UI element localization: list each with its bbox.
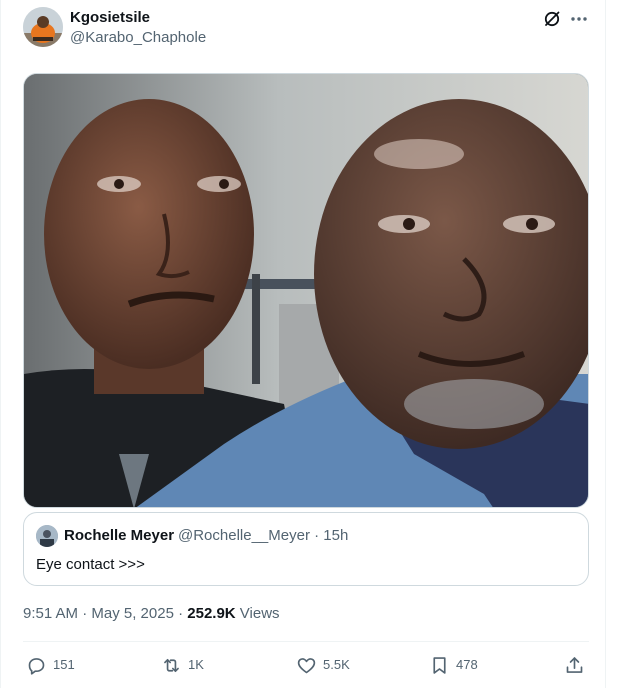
photo-image	[24, 74, 588, 507]
reply-icon	[28, 657, 45, 675]
like-button[interactable]: 5.5K	[296, 654, 350, 676]
author-name[interactable]: Kgosietsile	[70, 9, 150, 27]
heart-icon	[297, 657, 316, 673]
like-count: 5.5K	[323, 657, 350, 672]
reply-button[interactable]: 151	[26, 654, 75, 676]
share-button[interactable]	[564, 654, 585, 676]
views-count: 252.9K	[187, 605, 236, 622]
quote-author-name: Rochelle Meyer	[64, 527, 175, 544]
post-container: Kgosietsile @Karabo_Chaphole Rochelle Me…	[0, 0, 617, 688]
post-timestamp-row: 9:51 AM · May 5, 2025 · 252.9K Views	[23, 604, 280, 624]
bookmark-count: 478	[456, 657, 478, 672]
separator: ·	[173, 605, 188, 622]
bookmark-button[interactable]: 478	[429, 654, 478, 676]
quote-author-avatar	[36, 525, 58, 547]
post-time-link[interactable]: 9:51 AM · May 5, 2025	[23, 605, 174, 622]
quote-author-meta: @Rochelle__Meyer · 15h	[178, 527, 349, 544]
author-handle[interactable]: @Karabo_Chaphole	[70, 29, 206, 47]
timeline-border-right	[605, 0, 606, 688]
share-icon	[566, 656, 583, 673]
actions-divider	[23, 641, 589, 642]
repost-count: 1K	[188, 657, 204, 672]
timeline-border-left	[0, 0, 1, 688]
reply-count: 151	[53, 657, 75, 672]
views-label: Views	[235, 605, 280, 622]
grok-icon	[544, 11, 560, 27]
more-icon	[571, 17, 587, 21]
repost-icon	[164, 658, 179, 672]
repost-button[interactable]: 1K	[161, 654, 204, 676]
grok-button[interactable]	[541, 8, 563, 30]
bookmark-icon	[433, 656, 446, 674]
more-options-button[interactable]	[568, 8, 590, 30]
author-avatar[interactable]	[23, 7, 63, 47]
post-photo[interactable]	[23, 73, 589, 508]
quoted-post[interactable]: Rochelle Meyer @Rochelle__Meyer · 15h Ey…	[23, 512, 589, 586]
quote-text: Eye contact >>>	[36, 556, 145, 573]
